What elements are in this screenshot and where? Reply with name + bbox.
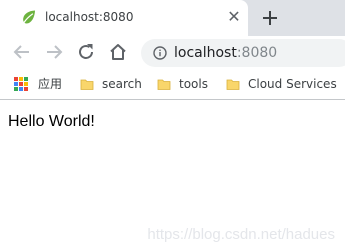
folder-icon bbox=[226, 79, 240, 90]
toolbar: localhost:8080 bbox=[0, 36, 345, 68]
bookmarks-bar: 应用 search tools Cloud Services bbox=[0, 68, 345, 100]
watermark: https://blog.csdn.net/hadues bbox=[147, 226, 335, 243]
bookmark-label: search bbox=[102, 77, 142, 91]
bookmark-label: 应用 bbox=[38, 77, 63, 91]
url-port: :8080 bbox=[236, 45, 278, 61]
info-icon[interactable] bbox=[153, 46, 167, 60]
tab-strip: localhost:8080 ✕ bbox=[0, 0, 345, 36]
apps-grid-icon bbox=[14, 77, 28, 91]
bookmark-folder-tools[interactable]: tools bbox=[157, 68, 213, 100]
folder-icon bbox=[80, 79, 94, 90]
url-host: localhost bbox=[174, 45, 237, 61]
bookmark-folder-cloud-services[interactable]: Cloud Services bbox=[226, 68, 341, 100]
tab-active[interactable]: localhost:8080 ✕ bbox=[0, 0, 248, 36]
page-content: Hello World! https://blog.csdn.net/hadue… bbox=[0, 101, 345, 251]
close-tab-icon[interactable]: ✕ bbox=[224, 7, 244, 27]
reload-icon[interactable] bbox=[74, 40, 98, 64]
new-tab-icon[interactable] bbox=[258, 6, 282, 30]
arrow-right-icon[interactable] bbox=[42, 40, 66, 64]
arrow-left-icon[interactable] bbox=[10, 40, 34, 64]
bookmark-label: Cloud Services bbox=[248, 77, 337, 91]
bookmark-label: tools bbox=[179, 77, 208, 91]
tab-title: localhost:8080 bbox=[45, 10, 134, 24]
folder-icon bbox=[157, 79, 171, 90]
hello-text: Hello World! bbox=[8, 113, 95, 130]
url-text[interactable]: localhost:8080 bbox=[174, 45, 277, 61]
home-icon[interactable] bbox=[106, 40, 130, 64]
leaf-icon bbox=[23, 10, 35, 24]
address-bar[interactable]: localhost:8080 bbox=[141, 39, 345, 67]
bookmark-folder-search[interactable]: search bbox=[80, 68, 144, 100]
bookmark-apps[interactable]: 应用 bbox=[14, 68, 66, 100]
